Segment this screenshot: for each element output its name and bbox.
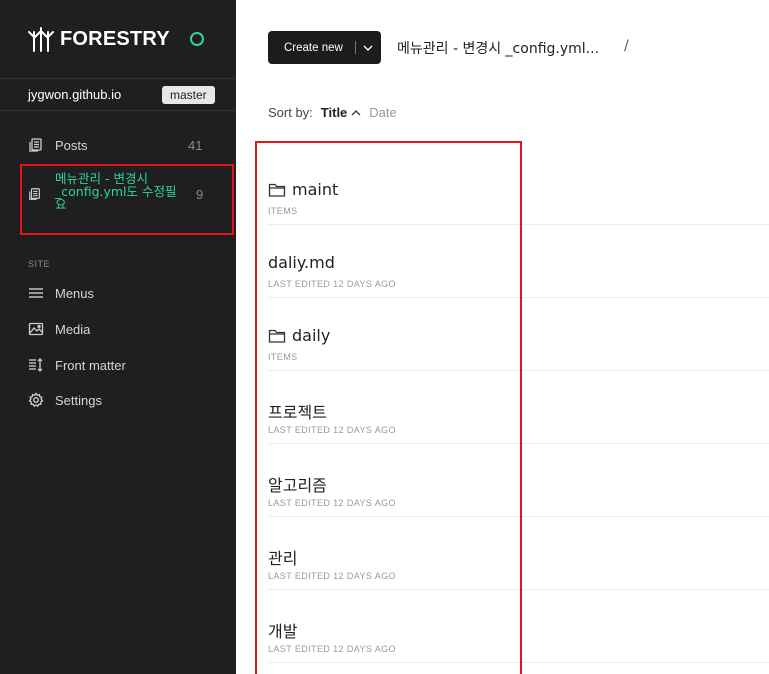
sidebar-item-media[interactable]: Media	[28, 321, 90, 337]
sidebar-item-label: Menus	[55, 285, 95, 301]
create-new-label: Create new	[284, 41, 343, 54]
folder-icon	[268, 329, 286, 343]
sort-controls: Sort by: Title Date	[268, 105, 397, 120]
chevron-up-icon[interactable]	[351, 108, 361, 118]
item-meta: ITEMS	[268, 206, 298, 216]
item-name: 프로젝트	[268, 403, 327, 422]
site-status-indicator	[190, 32, 204, 46]
document-stack-icon	[29, 188, 40, 200]
list-item[interactable]: maint ITEMS	[268, 152, 769, 225]
breadcrumb-current[interactable]: 메뉴관리 - 변경시 _config.yml...	[397, 41, 599, 57]
item-meta: ITEMS	[268, 352, 298, 362]
breadcrumb: 메뉴관리 - 변경시 _config.yml... /	[397, 38, 629, 58]
sort-by-date[interactable]: Date	[369, 105, 396, 120]
item-name-row: maint	[268, 180, 338, 199]
list-item[interactable]: 프로젝트 LAST EDITED 12 DAYS AGO	[268, 371, 769, 444]
sidebar-item-settings[interactable]: Settings	[28, 392, 102, 408]
list-item[interactable]: 알고리즘 LAST EDITED 12 DAYS AGO	[268, 444, 769, 517]
sidebar-item-label: Settings	[55, 392, 102, 408]
forestry-logo[interactable]: FORESTRY	[28, 24, 170, 54]
front-matter-icon	[29, 358, 43, 372]
list-item[interactable]: 개발 LAST EDITED 12 DAYS AGO	[268, 590, 769, 663]
sidebar-item-label: Front matter	[55, 357, 126, 373]
item-name: 알고리즘	[268, 476, 327, 495]
sidebar-item-count: 41	[188, 137, 203, 153]
document-stack-icon	[29, 138, 42, 152]
image-icon	[28, 322, 44, 336]
item-meta: LAST EDITED 12 DAYS AGO	[268, 571, 396, 581]
sidebar-item-count: 9	[196, 187, 204, 202]
button-separator	[355, 41, 356, 54]
item-name: daily	[292, 326, 331, 345]
item-meta: LAST EDITED 12 DAYS AGO	[268, 279, 396, 289]
sort-by-title[interactable]: Title	[321, 105, 348, 120]
item-name-row: daily	[268, 326, 330, 345]
sidebar-item-menu-management[interactable]: 메뉴관리 - 변경시 _config.yml도 수정필요 9	[28, 172, 218, 216]
sidebar-item-label: Media	[55, 321, 91, 337]
sidebar: FORESTRY jygwon.github.io master Posts 4…	[0, 0, 236, 674]
site-name[interactable]: jygwon.github.io	[28, 87, 121, 102]
item-meta: LAST EDITED 12 DAYS AGO	[268, 425, 396, 435]
item-name: maint	[292, 180, 339, 199]
brand-name: FORESTRY	[60, 27, 170, 50]
sidebar-item-posts[interactable]: Posts 41	[28, 137, 208, 153]
forestry-tree-icon	[28, 27, 54, 52]
section-label-site: SITE	[28, 259, 51, 269]
folder-icon	[268, 183, 286, 197]
divider	[0, 78, 236, 79]
sidebar-item-label: 메뉴관리 - 변경시 _config.yml도 수정필요	[55, 171, 177, 212]
sort-label: Sort by:	[268, 105, 313, 120]
create-new-button[interactable]: Create new	[268, 31, 381, 64]
sidebar-item-label: Posts	[55, 137, 88, 153]
main-content: Create new 메뉴관리 - 변경시 _config.yml... / S…	[236, 0, 769, 674]
sidebar-item-menus[interactable]: Menus	[28, 285, 94, 301]
item-meta: LAST EDITED 12 DAYS AGO	[268, 498, 396, 508]
chevron-down-icon[interactable]	[362, 42, 374, 54]
branch-badge[interactable]: master	[162, 86, 215, 104]
item-name: 관리	[268, 549, 298, 568]
list-item[interactable]: daliy.md LAST EDITED 12 DAYS AGO	[268, 225, 769, 298]
hamburger-icon	[29, 288, 43, 298]
divider	[0, 110, 236, 111]
item-meta: LAST EDITED 12 DAYS AGO	[268, 644, 396, 654]
sidebar-item-front-matter[interactable]: Front matter	[28, 357, 126, 373]
list-item[interactable]: 관리 LAST EDITED 12 DAYS AGO	[268, 517, 769, 590]
breadcrumb-separator: /	[624, 38, 629, 54]
gear-icon	[28, 392, 44, 408]
list-item[interactable]: daily ITEMS	[268, 298, 769, 371]
item-name: daliy.md	[268, 253, 335, 272]
item-name: 개발	[268, 622, 298, 641]
